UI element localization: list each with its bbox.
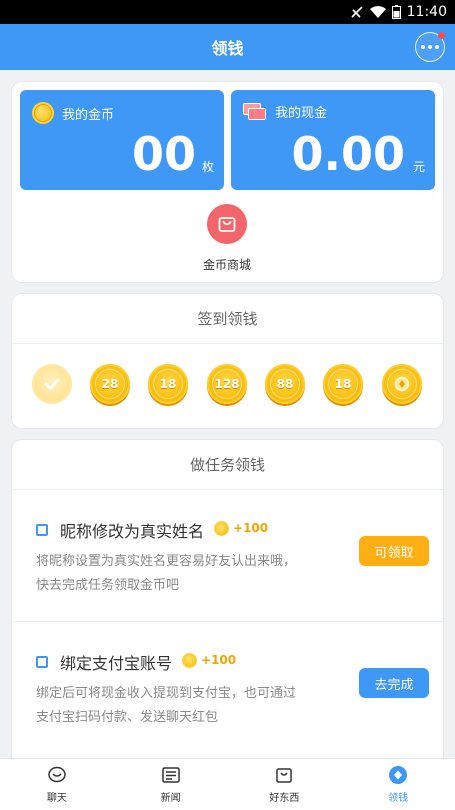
my-coins-amount: 00	[131, 127, 196, 181]
tab-chat[interactable]: 聊天	[0, 759, 114, 810]
bottom-tab-bar: 聊天 新闻 好东西 领钱	[0, 758, 455, 810]
news-icon	[161, 765, 181, 785]
tab-label: 领钱	[388, 793, 409, 804]
task-item: 绑定支付宝账号 +100 绑定后可将现金收入提现到支付宝，也可通过 支付宝扫码付…	[12, 622, 443, 770]
task-description-line: 将昵称设置为真实姓名更容易好友认出来哦，	[36, 554, 297, 569]
task-description-line: 快去完成任务领取金币吧	[36, 578, 180, 593]
no-signal-icon	[350, 5, 364, 19]
go-complete-button[interactable]: 去完成	[359, 668, 429, 698]
task-description: 绑定后可将现金收入提现到支付宝，也可通过 支付宝扫码付款、发送聊天红包	[36, 682, 336, 730]
battery-icon	[391, 5, 401, 19]
task-description: 将昵称设置为真实姓名更容易好友认出来哦， 快去完成任务领取金币吧	[36, 550, 336, 598]
status-time: 11:40	[406, 4, 447, 20]
coin-icon	[214, 520, 230, 536]
my-coins-box[interactable]: 我的金币 00 枚	[20, 90, 224, 190]
task-checkbox-icon	[36, 524, 48, 536]
signin-card: 签到领钱 28 18 128 88 18	[12, 294, 443, 428]
tab-goods[interactable]: 好东西	[228, 759, 342, 810]
task-description-line: 绑定后可将现金收入提现到支付宝，也可通过	[36, 686, 297, 701]
wifi-icon	[369, 5, 386, 19]
tasks-title: 做任务领钱	[12, 440, 443, 490]
task-item: 昵称修改为真实姓名 +100 将昵称设置为真实姓名更容易好友认出来哦， 快去完成…	[12, 490, 443, 622]
bag-icon	[274, 765, 294, 785]
shopping-bag-icon	[207, 204, 247, 244]
coin-mall-label: 金币商城	[202, 258, 251, 272]
cash-icon	[243, 102, 267, 121]
task-checkbox-icon	[36, 656, 48, 668]
notification-dot	[438, 32, 445, 39]
coin-icon	[32, 102, 54, 124]
task-title: 昵称修改为真实姓名	[60, 522, 205, 541]
signin-day-4[interactable]: 128	[207, 364, 247, 404]
signin-day-1-checked[interactable]	[32, 364, 72, 404]
task-card: 做任务领钱 昵称修改为真实姓名 +100 将昵称设置为真实姓名更容易好友认出来哦…	[12, 440, 443, 770]
my-cash-unit: 元	[412, 160, 425, 174]
signin-day-7-gift[interactable]	[382, 364, 422, 404]
app-header: 领钱	[0, 24, 455, 70]
more-button[interactable]	[415, 32, 445, 62]
task-reward: +100	[182, 652, 237, 668]
signin-day-2[interactable]: 28	[90, 364, 130, 404]
chat-icon	[47, 765, 67, 785]
tab-news[interactable]: 新闻	[114, 759, 228, 810]
signin-day-5[interactable]: 88	[265, 364, 305, 404]
my-cash-label: 我的现金	[275, 106, 328, 121]
signin-days: 28 18 128 88 18	[32, 364, 424, 408]
tab-label: 好东西	[269, 793, 300, 804]
signin-title: 签到领钱	[12, 294, 443, 344]
money-icon	[388, 765, 408, 785]
status-bar: 11:40	[0, 0, 455, 24]
tab-label: 聊天	[46, 793, 67, 804]
tab-label: 新闻	[160, 793, 181, 804]
task-description-line: 支付宝扫码付款、发送聊天红包	[36, 710, 219, 725]
task-reward-value: +100	[233, 521, 269, 535]
my-cash-box[interactable]: 我的现金 0.00 元	[231, 90, 435, 190]
my-coins-unit: 枚	[201, 160, 214, 174]
signin-day-6[interactable]: 18	[323, 364, 363, 404]
coin-icon	[182, 652, 198, 668]
task-reward: +100	[214, 520, 269, 536]
check-icon	[44, 378, 60, 390]
task-reward-value: +100	[201, 653, 237, 667]
page-title: 领钱	[211, 39, 244, 58]
my-coins-label: 我的金币	[62, 107, 115, 123]
wallet-card: 我的金币 00 枚 我的现金 0.00 元 金币商城	[12, 82, 443, 282]
coin-mall-button[interactable]: 金币商城	[197, 204, 257, 273]
claim-button[interactable]: 可领取	[359, 536, 429, 566]
more-icon	[421, 45, 439, 49]
tab-money[interactable]: 领钱	[341, 759, 455, 810]
my-cash-amount: 0.00	[291, 127, 406, 181]
task-title: 绑定支付宝账号	[60, 654, 173, 673]
signin-day-3[interactable]: 18	[148, 364, 188, 404]
